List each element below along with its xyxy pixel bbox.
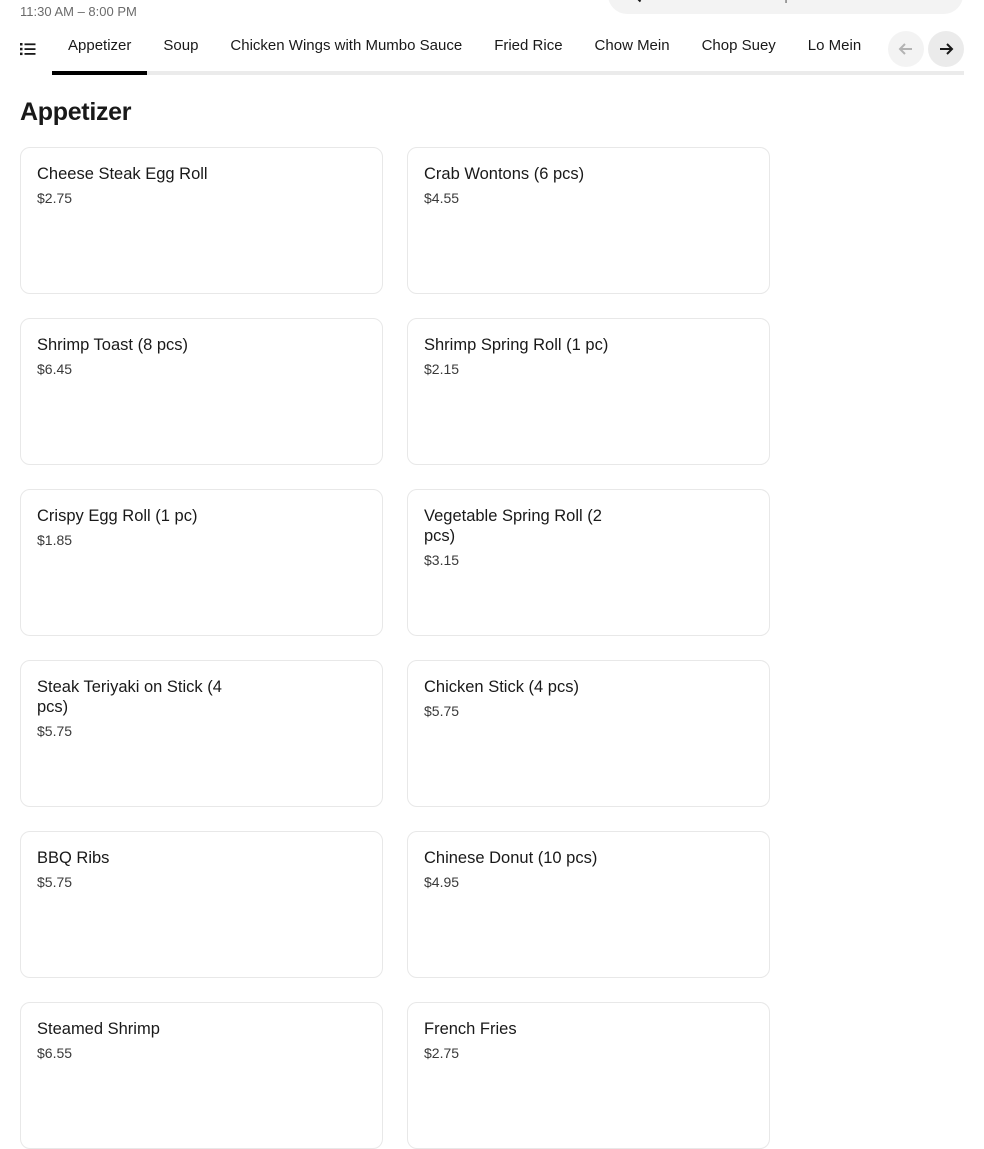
- menu-item-name: Chicken Stick (4 pcs): [424, 678, 579, 696]
- menu-item-name: Steamed Shrimp: [37, 1020, 160, 1038]
- scroll-next-button[interactable]: [928, 31, 964, 67]
- section-title: Appetizer: [20, 98, 132, 126]
- category-tabs: Appetizer Soup Chicken Wings with Mumbo …: [52, 26, 874, 75]
- menu-item-card[interactable]: BBQ Ribs $5.75: [20, 831, 383, 978]
- menu-item-name: Cheese Steak Egg Roll: [37, 165, 208, 183]
- menu-item-price: $5.75: [37, 723, 73, 739]
- menu-item-price: $2.75: [37, 190, 73, 206]
- menu-item-grid: Cheese Steak Egg Roll $2.75 Crab Wontons…: [20, 147, 770, 1149]
- menu-item-card[interactable]: Crispy Egg Roll (1 pc) $1.85: [20, 489, 383, 636]
- category-nav: Appetizer Soup Chicken Wings with Mumbo …: [0, 26, 964, 75]
- menu-item-card[interactable]: Chinese Donut (10 pcs) $4.95: [407, 831, 770, 978]
- tab-appetizer[interactable]: Appetizer: [52, 26, 148, 75]
- menu-item-card[interactable]: Steak Teriyaki on Stick (4 pcs) $5.75: [20, 660, 383, 807]
- menu-item-price: $2.15: [424, 361, 460, 377]
- menu-item-name: Crab Wontons (6 pcs): [424, 165, 585, 183]
- tab-chicken-wings[interactable]: Chicken Wings with Mumbo Sauce: [214, 26, 478, 71]
- menu-item-price: $5.75: [424, 703, 460, 719]
- menu-item-name: French Fries: [424, 1020, 517, 1038]
- menu-item-name: Vegetable Spring Roll (2 pcs): [424, 507, 602, 545]
- menu-item-price: $3.15: [424, 552, 460, 568]
- menu-item-card[interactable]: Crab Wontons (6 pcs) $4.55: [407, 147, 770, 294]
- menu-item-name: Crispy Egg Roll (1 pc): [37, 507, 198, 525]
- menu-item-name: Steak Teriyaki on Stick (4 pcs): [37, 678, 222, 716]
- tab-chow-mein[interactable]: Chow Mein: [579, 26, 686, 71]
- search-icon: [637, 0, 642, 3]
- menu-item-name: BBQ Ribs: [37, 849, 110, 867]
- arrow-left-icon: [898, 43, 912, 55]
- tab-soup[interactable]: Soup: [147, 26, 214, 71]
- menu-item-price: $6.45: [37, 361, 73, 377]
- menu-item-price: $4.95: [424, 874, 460, 890]
- menu-item-card[interactable]: Vegetable Spring Roll (2 pcs) $3.15: [407, 489, 770, 636]
- menu-item-card[interactable]: Chicken Stick (4 pcs) $5.75: [407, 660, 770, 807]
- menu-item-price: $5.75: [37, 874, 73, 890]
- menu-item-card[interactable]: Shrimp Spring Roll (1 pc) $2.15: [407, 318, 770, 465]
- tab-chop-suey[interactable]: Chop Suey: [686, 26, 792, 71]
- tab-fried-rice[interactable]: Fried Rice: [478, 26, 578, 71]
- menu-item-name: Shrimp Spring Roll (1 pc): [424, 336, 609, 354]
- tab-lo-mein[interactable]: Lo Mein: [792, 26, 874, 71]
- search-input[interactable]: [654, 0, 938, 5]
- menu-item-price: $6.55: [37, 1045, 73, 1061]
- menu-item-card[interactable]: Cheese Steak Egg Roll $2.75: [20, 147, 383, 294]
- menu-item-price: $1.85: [37, 532, 73, 548]
- arrow-right-icon: [940, 43, 954, 55]
- menu-item-card[interactable]: Shrimp Toast (8 pcs) $6.45: [20, 318, 383, 465]
- menu-item-price: $2.75: [424, 1045, 460, 1061]
- list-icon[interactable]: [20, 42, 36, 56]
- scroll-prev-button[interactable]: [888, 31, 924, 67]
- store-hours: 11:30 AM – 8:00 PM: [20, 4, 137, 19]
- menu-item-price: $4.55: [424, 190, 460, 206]
- menu-item-name: Shrimp Toast (8 pcs): [37, 336, 188, 354]
- search-bar[interactable]: [608, 0, 963, 14]
- menu-item-name: Chinese Donut (10 pcs): [424, 849, 598, 867]
